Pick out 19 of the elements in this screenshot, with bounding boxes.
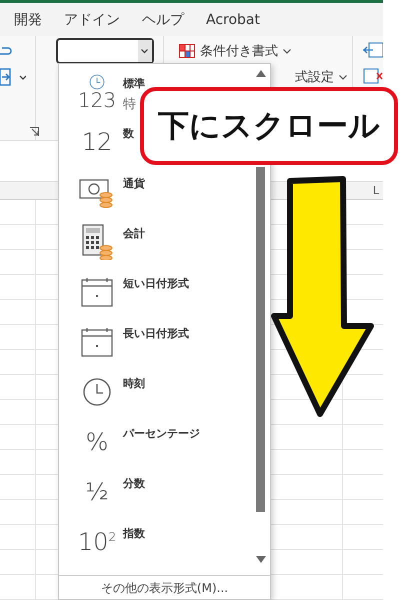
format-label: 会計 xyxy=(123,226,145,241)
format-as-table-label: 式設定 xyxy=(295,69,334,86)
format-glyph: 12 xyxy=(82,130,112,154)
format-label: 分数 xyxy=(123,476,145,491)
format-glyph: 123 xyxy=(78,90,116,110)
format-sample: 特 xyxy=(123,96,136,113)
format-label: 数 xyxy=(123,126,134,141)
format-glyph: 10$^{2}$ xyxy=(78,530,116,554)
format-label: パーセンテージ xyxy=(123,426,200,441)
conditional-formatting-label: 条件付き書式 xyxy=(200,43,278,60)
format-label: 時刻 xyxy=(123,376,145,391)
format-label: 指数 xyxy=(123,526,145,541)
format-glyph: % xyxy=(86,430,108,454)
format-glyph: ½ xyxy=(85,480,109,504)
format-label: 短い日付形式 xyxy=(123,276,189,291)
format-label: 長い日付形式 xyxy=(123,326,189,341)
format-label: 標準 xyxy=(123,76,145,91)
format-label: 通貨 xyxy=(123,176,145,191)
callout-text: 下にスクロール xyxy=(158,107,380,146)
